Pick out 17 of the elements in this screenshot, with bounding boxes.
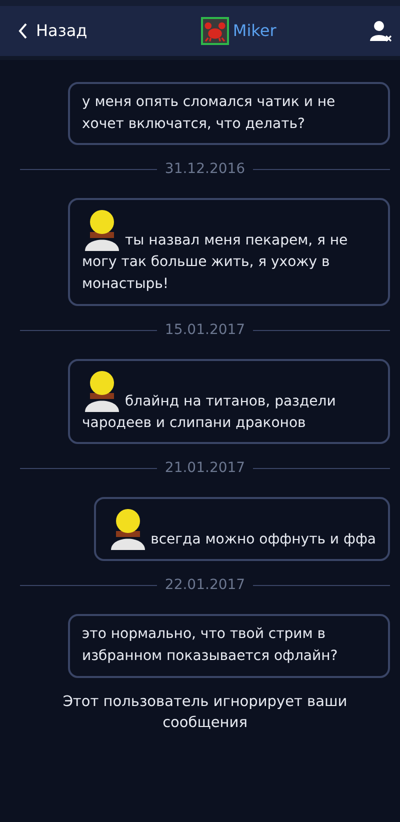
emoticon-icon	[82, 368, 122, 413]
date-separator: 21.01.2017	[164, 459, 246, 478]
chevron-left-icon	[18, 23, 28, 39]
user-block-icon[interactable]	[370, 20, 392, 42]
date-separator: 31.12.2016	[164, 160, 246, 180]
message-text: всегда можно оффнуть и ффа	[150, 532, 376, 548]
date-separator: 22.01.2017	[164, 576, 246, 596]
message-text: это нормально, что твой стрим в избранном показывается офлайн?	[82, 626, 338, 664]
back-button[interactable]: Назад	[18, 19, 88, 43]
emoticon-icon	[82, 208, 122, 252]
message-text: ты назвал меня пекарем, я не могу так больше жить, я ухожу в монастырь!	[82, 232, 348, 292]
message-text: у меня опять сломался чатик и не хочет включатся, что делать?	[82, 94, 336, 132]
avatar-icon	[200, 17, 229, 45]
ignore-notice: Этот пользователь игнорирует ваши сообщения	[62, 692, 348, 733]
username-link[interactable]: Miker	[232, 19, 276, 43]
date-separator: 15.01.2017	[164, 320, 246, 340]
message-text: блайнд на титанов, раздели чародеев и слипани драконов	[82, 393, 336, 431]
